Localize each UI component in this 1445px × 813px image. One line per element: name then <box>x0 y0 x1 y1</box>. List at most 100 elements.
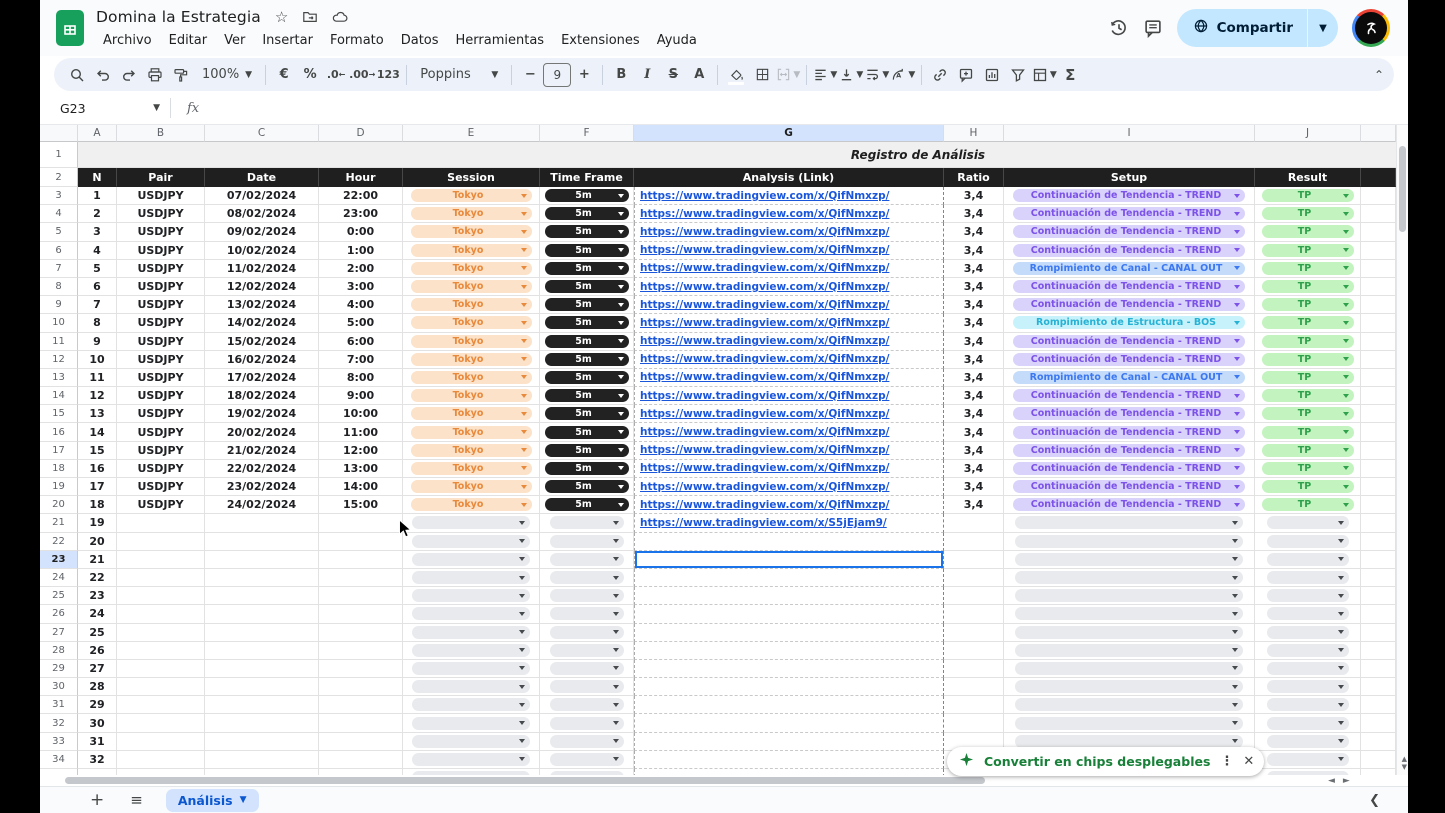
cell-E28[interactable] <box>403 642 540 660</box>
cell-G18[interactable]: https://www.tradingview.com/x/QifNmxzp/ <box>634 460 944 478</box>
cell-A9[interactable]: 7 <box>78 296 117 314</box>
cell-J13[interactable]: TP <box>1255 369 1361 387</box>
empty-dropdown-chip[interactable] <box>550 680 624 693</box>
cell-G3[interactable]: https://www.tradingview.com/x/QifNmxzp/ <box>634 187 944 205</box>
cell-A23[interactable]: 21 <box>78 551 117 569</box>
cell-I27[interactable] <box>1004 624 1255 642</box>
cell-J21[interactable] <box>1255 514 1361 532</box>
cell-I8[interactable]: Continuación de Tendencia - TREND <box>1004 278 1255 296</box>
cell-J5[interactable]: TP <box>1255 223 1361 241</box>
cell-H5[interactable]: 3,4 <box>944 223 1004 241</box>
cell-B18[interactable]: USDJPY <box>117 460 205 478</box>
cell-K3[interactable] <box>1361 187 1396 205</box>
cell-J10[interactable]: TP <box>1255 314 1361 332</box>
cell-D29[interactable] <box>319 660 403 678</box>
cell-F14[interactable]: 5m <box>540 387 634 405</box>
cell-H15[interactable]: 3,4 <box>944 405 1004 423</box>
cell-K4[interactable] <box>1361 205 1396 223</box>
menu-formato[interactable]: Formato <box>323 32 391 49</box>
cell-J25[interactable] <box>1255 587 1361 605</box>
cell-K34[interactable] <box>1361 751 1396 769</box>
cell-G13[interactable]: https://www.tradingview.com/x/QifNmxzp/ <box>634 369 944 387</box>
cell-B9[interactable]: USDJPY <box>117 296 205 314</box>
scroll-up-icon[interactable]: ▲ <box>1402 755 1407 763</box>
cell-H29[interactable] <box>944 660 1004 678</box>
row-header-13[interactable]: 13 <box>40 369 78 387</box>
cell-D22[interactable] <box>319 533 403 551</box>
cell-F10[interactable]: 5m <box>540 314 634 332</box>
name-box[interactable]: G23▼ <box>40 101 170 116</box>
cell-C17[interactable]: 21/02/2024 <box>205 442 319 460</box>
empty-dropdown-chip[interactable] <box>1267 735 1349 748</box>
cell-D5[interactable]: 0:00 <box>319 223 403 241</box>
analysis-link[interactable]: https://www.tradingview.com/x/QifNmxzp/ <box>640 226 889 238</box>
vertical-scrollbar-thumb[interactable] <box>1399 146 1406 232</box>
cell-C7[interactable]: 11/02/2024 <box>205 260 319 278</box>
cell-H31[interactable] <box>944 696 1004 714</box>
cell-H4[interactable]: 3,4 <box>944 205 1004 223</box>
empty-dropdown-chip[interactable] <box>550 644 624 657</box>
cell-J18[interactable]: TP <box>1255 460 1361 478</box>
insert-table-button[interactable]: ▼ <box>1031 62 1057 88</box>
setup-chip[interactable]: Continuación de Tendencia - TREND <box>1013 280 1245 293</box>
empty-dropdown-chip[interactable] <box>1267 516 1349 529</box>
empty-dropdown-chip[interactable] <box>1267 553 1349 566</box>
cell-D23[interactable] <box>319 551 403 569</box>
cell-J11[interactable]: TP <box>1255 333 1361 351</box>
avatar[interactable] <box>1352 9 1390 47</box>
cell-C33[interactable] <box>205 733 319 751</box>
cell-K25[interactable] <box>1361 587 1396 605</box>
session-chip[interactable]: Tokyo <box>411 407 532 420</box>
row-header-4[interactable]: 4 <box>40 205 78 223</box>
result-chip[interactable]: TP <box>1262 389 1354 402</box>
cell-C5[interactable]: 09/02/2024 <box>205 223 319 241</box>
cell-J27[interactable] <box>1255 624 1361 642</box>
analysis-link[interactable]: https://www.tradingview.com/x/QifNmxzp/ <box>640 353 889 365</box>
cell-J34[interactable] <box>1255 751 1361 769</box>
cell-B7[interactable]: USDJPY <box>117 260 205 278</box>
cell-H25[interactable] <box>944 587 1004 605</box>
cell-G23[interactable] <box>634 551 944 569</box>
undo-icon[interactable] <box>90 62 116 88</box>
timeframe-chip[interactable]: 5m <box>545 353 629 366</box>
formula-input[interactable] <box>199 92 1408 124</box>
row-header-8[interactable]: 8 <box>40 278 78 296</box>
cell-K19[interactable] <box>1361 478 1396 496</box>
cell-K32[interactable] <box>1361 714 1396 732</box>
table-header-Ratio[interactable]: Ratio <box>944 168 1004 187</box>
cell-G25[interactable] <box>634 587 944 605</box>
cell-F7[interactable]: 5m <box>540 260 634 278</box>
share-dropdown-button[interactable]: ▼ <box>1308 23 1338 34</box>
cell-I23[interactable] <box>1004 551 1255 569</box>
session-chip[interactable]: Tokyo <box>411 353 532 366</box>
cell-K28[interactable] <box>1361 642 1396 660</box>
cell-B12[interactable]: USDJPY <box>117 351 205 369</box>
redo-icon[interactable] <box>116 62 142 88</box>
result-chip[interactable]: TP <box>1262 298 1354 311</box>
cell-C22[interactable] <box>205 533 319 551</box>
analysis-link[interactable]: https://www.tradingview.com/x/QifNmxzp/ <box>640 444 889 456</box>
cell-G15[interactable]: https://www.tradingview.com/x/QifNmxzp/ <box>634 405 944 423</box>
cell-B11[interactable]: USDJPY <box>117 333 205 351</box>
empty-dropdown-chip[interactable] <box>550 735 624 748</box>
all-sheets-icon[interactable]: ≡ <box>130 791 142 809</box>
empty-dropdown-chip[interactable] <box>1015 644 1243 657</box>
cell-G26[interactable] <box>634 605 944 623</box>
cell-G16[interactable]: https://www.tradingview.com/x/QifNmxzp/ <box>634 423 944 441</box>
result-chip[interactable]: TP <box>1262 407 1354 420</box>
cell-D17[interactable]: 12:00 <box>319 442 403 460</box>
font-family-select[interactable]: Poppins▼ <box>412 62 506 88</box>
empty-dropdown-chip[interactable] <box>1015 680 1243 693</box>
cell-D9[interactable]: 4:00 <box>319 296 403 314</box>
cell-A5[interactable]: 3 <box>78 223 117 241</box>
cell-A31[interactable]: 29 <box>78 696 117 714</box>
cell-D11[interactable]: 6:00 <box>319 333 403 351</box>
cell-J28[interactable] <box>1255 642 1361 660</box>
cell-D30[interactable] <box>319 678 403 696</box>
cell-H32[interactable] <box>944 714 1004 732</box>
cell-B28[interactable] <box>117 642 205 660</box>
cell-C9[interactable]: 13/02/2024 <box>205 296 319 314</box>
setup-chip[interactable]: Continuación de Tendencia - TREND <box>1013 353 1245 366</box>
cell-C20[interactable]: 24/02/2024 <box>205 496 319 514</box>
analysis-link[interactable]: https://www.tradingview.com/x/QifNmxzp/ <box>640 208 889 220</box>
